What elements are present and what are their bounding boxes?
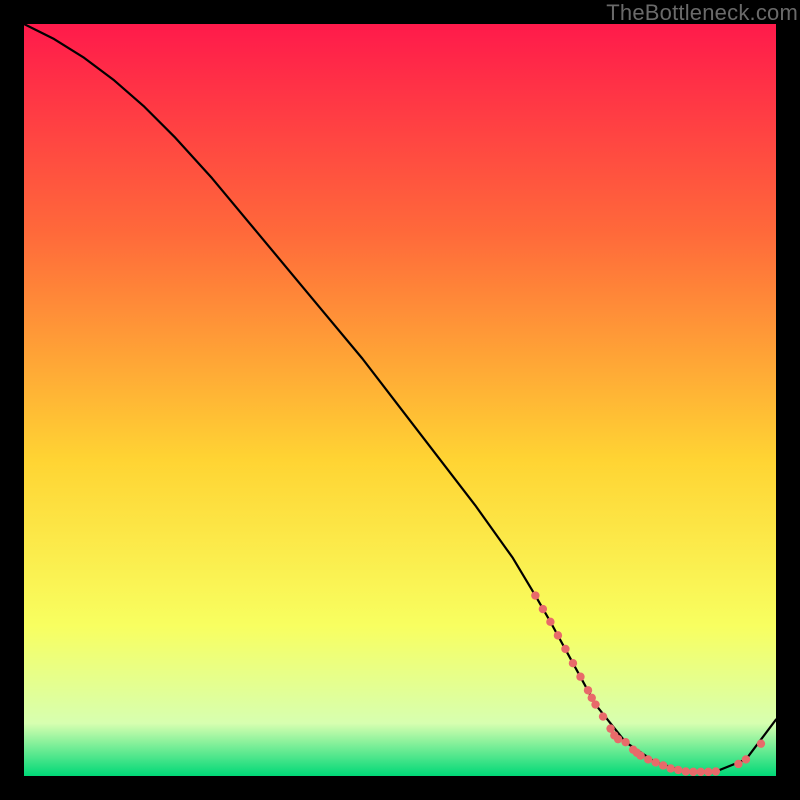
marker-dot — [742, 755, 750, 763]
marker-dot — [554, 631, 562, 639]
marker-dot — [689, 768, 697, 776]
marker-dot — [576, 673, 584, 681]
chart-frame — [24, 24, 776, 776]
marker-dot — [734, 760, 742, 768]
marker-dot — [757, 739, 765, 747]
marker-dot — [591, 700, 599, 708]
bottleneck-chart — [24, 24, 776, 776]
marker-dot — [561, 645, 569, 653]
marker-dot — [667, 764, 675, 772]
marker-dot — [704, 768, 712, 776]
marker-dot — [569, 659, 577, 667]
marker-dot — [712, 767, 720, 775]
marker-dot — [599, 712, 607, 720]
marker-dot — [539, 605, 547, 613]
watermark-text: TheBottleneck.com — [606, 0, 798, 26]
gradient-background — [24, 24, 776, 776]
marker-dot — [644, 755, 652, 763]
marker-dot — [636, 751, 644, 759]
marker-dot — [614, 735, 622, 743]
marker-dot — [531, 591, 539, 599]
marker-dot — [682, 767, 690, 775]
marker-dot — [651, 758, 659, 766]
marker-dot — [697, 768, 705, 776]
marker-dot — [674, 766, 682, 774]
marker-dot — [621, 738, 629, 746]
marker-dot — [584, 686, 592, 694]
marker-dot — [546, 618, 554, 626]
marker-dot — [659, 761, 667, 769]
